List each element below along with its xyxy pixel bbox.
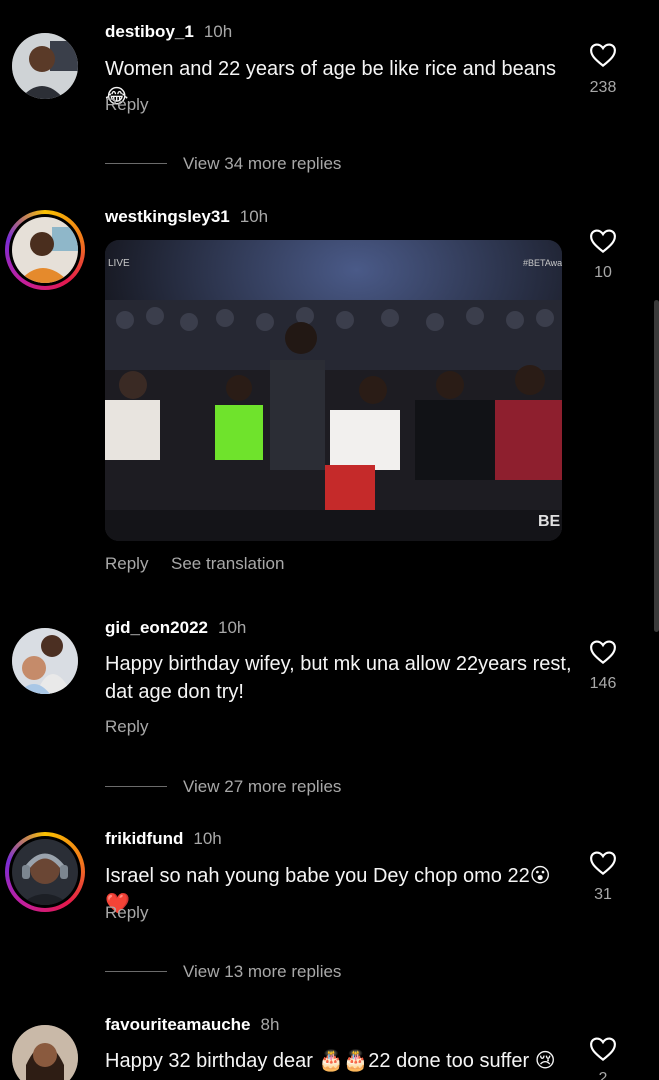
divider (105, 786, 167, 787)
comment-text: Israel so nah young babe you Dey chop om… (105, 865, 551, 915)
reply-button[interactable]: Reply (105, 95, 148, 115)
heart-icon[interactable] (587, 40, 619, 70)
scrollbar[interactable] (654, 300, 659, 632)
view-more-replies[interactable]: View 27 more replies (105, 777, 405, 797)
comment-text: Happy 32 birthday dear 🎂🎂22 done too suf… (105, 1050, 556, 1072)
like-count: 10 (594, 264, 612, 281)
like-count: 238 (589, 79, 617, 96)
comments-screen: destiboy_1 10h Women and 22 years of age … (0, 0, 659, 1080)
avatar[interactable] (5, 210, 85, 290)
gif-attachment[interactable]: LIVE #BETAwa BE (105, 240, 562, 541)
divider (105, 163, 167, 164)
username[interactable]: frikidfund (105, 829, 183, 848)
story-ring (9, 836, 81, 908)
username[interactable]: favouriteamauche (105, 1015, 251, 1034)
avatar[interactable] (12, 33, 78, 99)
comment-meta: frikidfund 10h (105, 829, 222, 849)
timestamp: 10h (239, 207, 269, 226)
heart-icon[interactable] (587, 226, 619, 256)
see-translation-button[interactable]: See translation (171, 554, 284, 574)
like-count: 146 (589, 675, 617, 692)
avatar[interactable] (12, 628, 78, 694)
timestamp: 10h (203, 22, 233, 41)
reply-button[interactable]: Reply (105, 903, 148, 923)
view-more-replies[interactable]: View 13 more replies (105, 962, 405, 982)
view-more-label[interactable]: View 13 more replies (183, 962, 341, 982)
timestamp: 8h (260, 1015, 280, 1034)
username[interactable]: destiboy_1 (105, 22, 194, 41)
timestamp: 10h (218, 618, 247, 637)
gif-watermark: BE (538, 513, 561, 530)
heart-icon[interactable] (587, 848, 619, 878)
comment-meta: destiboy_1 10h (105, 22, 232, 42)
reply-button[interactable]: Reply (105, 554, 148, 574)
comment-text: Happy birthday wifey, but mk una allow 2… (105, 653, 572, 703)
like-count: 2 (598, 1070, 608, 1080)
comment-meta: westkingsley31 10h (105, 207, 268, 227)
heart-icon[interactable] (587, 1034, 619, 1064)
comment-meta: favouriteamauche 8h (105, 1015, 279, 1035)
username[interactable]: gid_eon2022 (105, 618, 208, 637)
gif-live-label: LIVE (108, 258, 130, 269)
username[interactable]: westkingsley31 (105, 207, 230, 226)
heart-icon[interactable] (587, 637, 619, 667)
story-ring (9, 214, 81, 286)
avatar[interactable] (5, 832, 85, 912)
view-more-label[interactable]: View 34 more replies (183, 154, 341, 174)
gif-hashtag-label: #BETAwa (523, 258, 562, 268)
avatar[interactable] (12, 1025, 78, 1080)
comment-meta: gid_eon2022 10h (105, 618, 246, 638)
like-count: 31 (594, 886, 612, 903)
view-more-replies[interactable]: View 34 more replies (105, 154, 405, 174)
view-more-label[interactable]: View 27 more replies (183, 777, 341, 797)
reply-button[interactable]: Reply (105, 717, 148, 737)
divider (105, 971, 167, 972)
comment-text: Women and 22 years of age be like rice a… (105, 58, 557, 108)
timestamp: 10h (193, 829, 222, 848)
